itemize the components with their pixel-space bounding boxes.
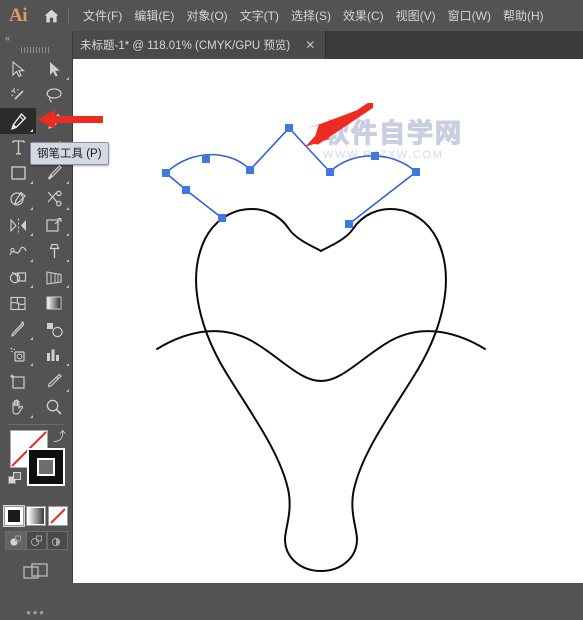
- magic-wand-tool[interactable]: [0, 82, 36, 108]
- pen-tool[interactable]: [0, 108, 36, 134]
- path-top-anchor: [285, 124, 293, 132]
- selection-tool[interactable]: [0, 56, 36, 82]
- canvas-area[interactable]: 软件自学网 WWW.RJZXW.COM: [73, 59, 583, 583]
- anchor-left-end: [162, 169, 170, 177]
- color-mode-color[interactable]: [3, 505, 25, 527]
- perspective-grid-tool[interactable]: [36, 264, 72, 290]
- strawberry-heart-outline: [156, 208, 486, 573]
- rotate-tool[interactable]: [0, 212, 36, 238]
- width-tool[interactable]: [0, 238, 36, 264]
- change-screen-mode[interactable]: [0, 562, 72, 584]
- flyout-indicator: [30, 415, 33, 418]
- flyout-indicator: [30, 337, 33, 340]
- curvature-tool[interactable]: [36, 108, 72, 134]
- anchor-right-bottom: [345, 220, 353, 228]
- anchor-right-arc: [371, 152, 379, 160]
- flyout-indicator: [66, 207, 69, 210]
- draw-behind-mode[interactable]: [25, 531, 47, 550]
- menu-type[interactable]: 文字(T): [234, 3, 285, 28]
- tool-grid: [0, 56, 72, 420]
- color-mode-none[interactable]: [48, 506, 68, 526]
- flyout-indicator: [30, 363, 33, 366]
- hand-tool[interactable]: [0, 394, 36, 420]
- anchor-handle-left: [182, 186, 190, 194]
- menu-divider: [68, 6, 69, 25]
- app-logo: Ai: [9, 4, 28, 26]
- eyedropper-tool[interactable]: [0, 316, 36, 342]
- flyout-indicator: [66, 389, 69, 392]
- blend-tool[interactable]: [36, 316, 72, 342]
- shaper-tool[interactable]: [0, 186, 36, 212]
- menu-view[interactable]: 视图(V): [390, 3, 442, 28]
- path-anchor-points: [162, 124, 420, 228]
- column-graph-tool[interactable]: [36, 342, 72, 368]
- anchor-left-bottom: [218, 214, 226, 222]
- mesh-tool[interactable]: [0, 290, 36, 316]
- flyout-indicator: [66, 259, 69, 262]
- menu-edit[interactable]: 编辑(E): [128, 3, 180, 28]
- shape-builder-tool[interactable]: [0, 264, 36, 290]
- fill-stroke-controls: ⤴: [0, 428, 72, 504]
- flyout-indicator: [30, 259, 33, 262]
- scale-tool[interactable]: [36, 212, 72, 238]
- artboard-tool[interactable]: [0, 368, 36, 394]
- symbol-sprayer-tool[interactable]: [0, 342, 36, 368]
- flyout-indicator: [30, 285, 33, 288]
- gradient-tool[interactable]: [36, 290, 72, 316]
- menu-select[interactable]: 选择(S): [285, 3, 337, 28]
- stroke-swatch-inner: [37, 458, 55, 476]
- artwork-svg: [156, 124, 486, 573]
- anchor-right-end: [412, 168, 420, 176]
- flyout-indicator: [66, 233, 69, 236]
- lasso-tool[interactable]: [36, 82, 72, 108]
- menu-window[interactable]: 窗口(W): [442, 3, 497, 28]
- document-tab[interactable]: 未标题-1* @ 118.01% (CMYK/GPU 预览) ✕: [70, 31, 327, 59]
- menu-help[interactable]: 帮助(H): [497, 3, 550, 28]
- flyout-indicator: [66, 363, 69, 366]
- flyout-indicator: [30, 233, 33, 236]
- free-transform-tool[interactable]: [36, 238, 72, 264]
- default-fill-stroke-icon[interactable]: [8, 472, 22, 491]
- menu-effect[interactable]: 效果(C): [337, 3, 390, 28]
- anchor-left-arc: [202, 155, 210, 163]
- draw-inside-mode[interactable]: [46, 531, 68, 550]
- flyout-indicator: [30, 207, 33, 210]
- flyout-indicator: [66, 181, 69, 184]
- flyout-indicator: [66, 77, 69, 80]
- flyout-indicator: [66, 285, 69, 288]
- color-mode-row: [0, 505, 72, 527]
- menu-items: 文件(F) 编辑(E) 对象(O) 文字(T) 选择(S) 效果(C) 视图(V…: [77, 3, 550, 28]
- slice-tool[interactable]: [36, 368, 72, 394]
- document-tab-title: 未标题-1* @ 118.01% (CMYK/GPU 预览): [80, 40, 291, 52]
- flyout-indicator: [30, 129, 33, 132]
- menu-bar: Ai 文件(F) 编辑(E) 对象(O) 文字(T) 选择(S) 效果(C) 视…: [0, 0, 583, 31]
- tool-panel: « ⤴ •••: [0, 31, 73, 619]
- tool-tooltip: 钢笔工具 (P): [30, 142, 109, 165]
- anchor-right-valley: [326, 168, 334, 176]
- tool-panel-more-button[interactable]: •••: [0, 606, 72, 619]
- swap-fill-stroke-icon[interactable]: ⤴: [53, 430, 66, 443]
- anchor-left-valley: [246, 166, 254, 174]
- menu-object[interactable]: 对象(O): [180, 3, 233, 28]
- stroke-swatch[interactable]: [27, 448, 65, 486]
- panel-drag-handle[interactable]: [0, 44, 72, 56]
- direct-selection-tool[interactable]: [36, 56, 72, 82]
- color-mode-gradient[interactable]: [26, 506, 46, 526]
- home-icon[interactable]: [36, 0, 66, 31]
- document-tab-bar: 未标题-1* @ 118.01% (CMYK/GPU 预览) ✕: [0, 31, 583, 59]
- tool-panel-divider: [8, 424, 64, 425]
- flyout-indicator: [30, 181, 33, 184]
- draw-mode-row: [0, 531, 72, 550]
- scissors-tool[interactable]: [36, 186, 72, 212]
- draw-normal-mode[interactable]: [4, 531, 26, 550]
- close-icon[interactable]: ✕: [302, 39, 318, 51]
- menu-file[interactable]: 文件(F): [77, 3, 128, 28]
- zoom-tool[interactable]: [36, 394, 72, 420]
- collapse-panel-button[interactable]: «: [0, 31, 72, 44]
- illustrator-window: Ai 文件(F) 编辑(E) 对象(O) 文字(T) 选择(S) 效果(C) 视…: [0, 0, 583, 619]
